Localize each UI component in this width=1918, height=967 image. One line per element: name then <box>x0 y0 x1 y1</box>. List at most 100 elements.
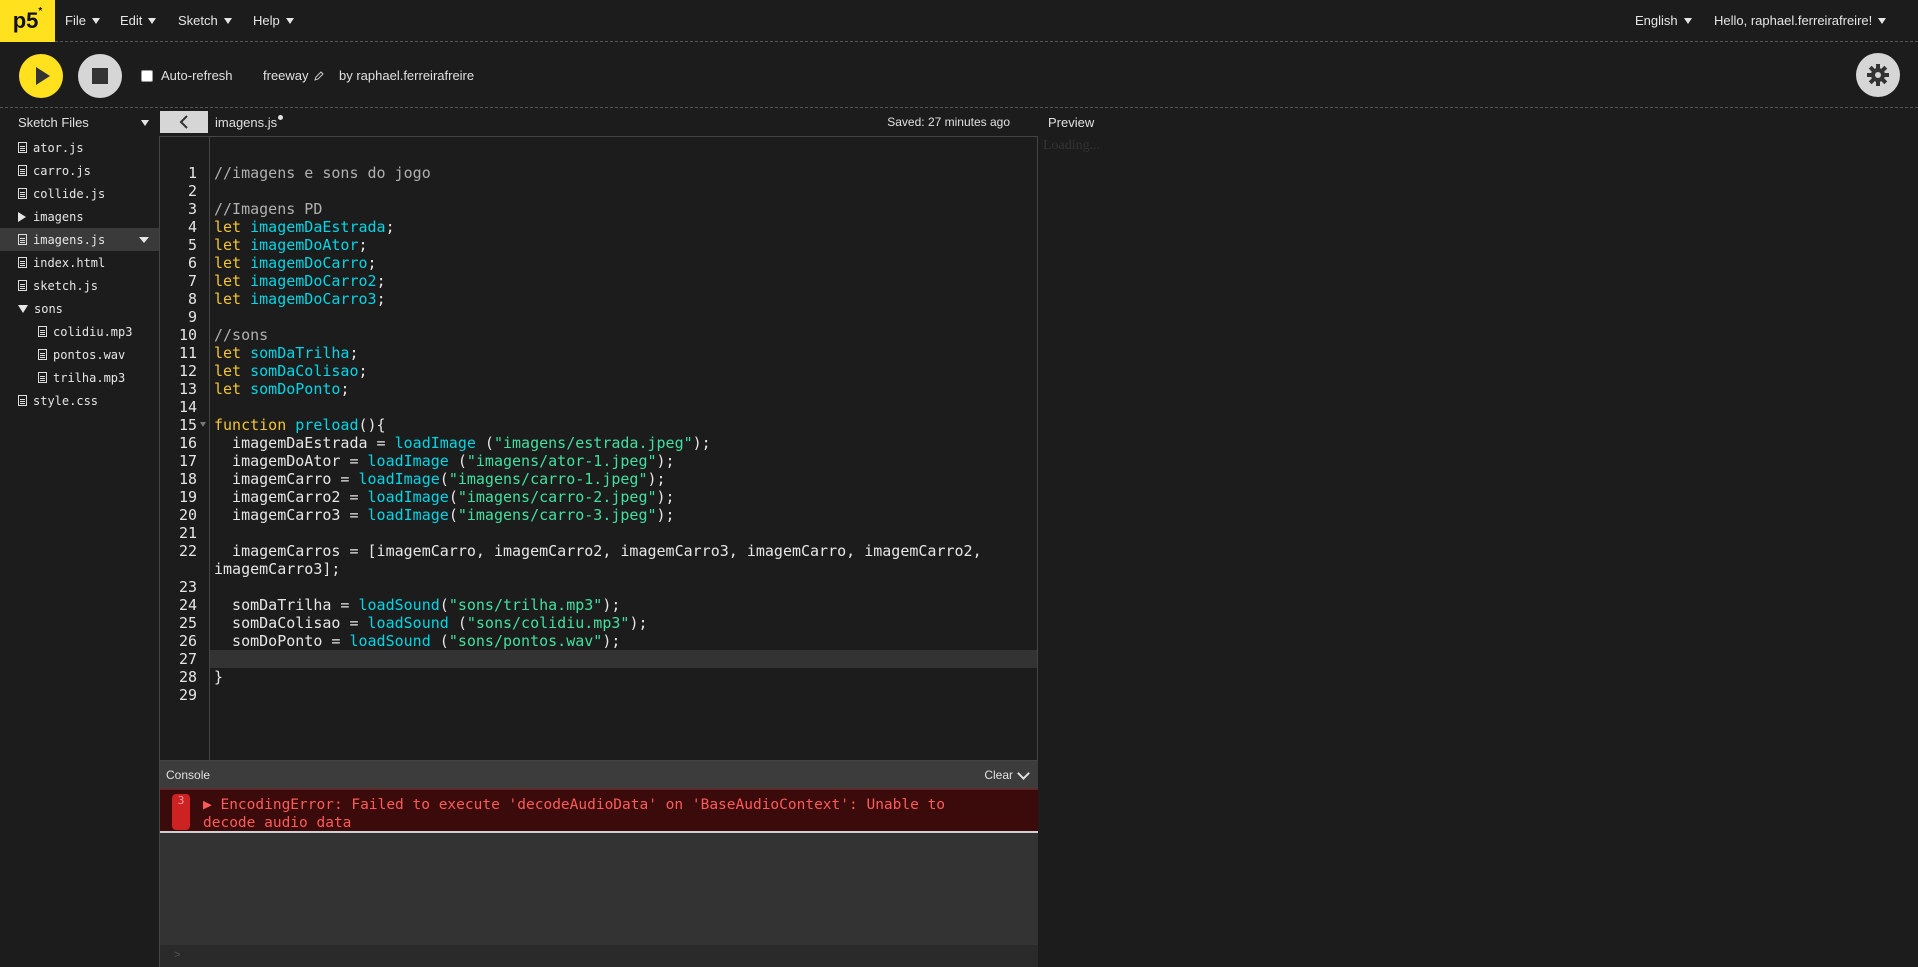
edit-menu[interactable]: Edit <box>120 13 157 28</box>
file-item[interactable]: index.html <box>0 251 159 274</box>
code-line[interactable]: //Imagens PD <box>214 200 1037 218</box>
code-line[interactable]: let imagemDaEstrada; <box>214 218 1037 236</box>
file-item[interactable]: sketch.js <box>0 274 159 297</box>
code-line[interactable]: imagemCarro = loadImage("imagens/carro-1… <box>214 470 1037 488</box>
code-line[interactable]: imagemCarro3 = loadImage("imagens/carro-… <box>214 506 1037 524</box>
code-token: imagemDoAtor = <box>214 452 368 470</box>
line-number: 28 <box>178 668 197 686</box>
user-menu[interactable]: Hello, raphael.ferreirafreire! <box>1714 13 1887 28</box>
code-line[interactable] <box>214 686 1037 704</box>
code-line[interactable] <box>214 524 1037 542</box>
code-line[interactable]: } <box>214 668 1037 686</box>
pencil-icon[interactable] <box>313 70 324 81</box>
code-token: loadSound <box>358 596 440 614</box>
fold-arrow-icon[interactable] <box>200 422 206 427</box>
code-token: ; <box>358 236 368 254</box>
collapse-sidebar-button[interactable] <box>160 111 208 133</box>
chevron-down-icon <box>223 17 232 24</box>
chevron-down-icon[interactable] <box>141 119 149 126</box>
play-icon <box>36 67 50 85</box>
code-line[interactable] <box>214 578 1037 596</box>
line-number: 4 <box>187 218 197 236</box>
auto-refresh-toggle[interactable]: Auto-refresh <box>141 68 233 83</box>
code-line[interactable]: let somDaTrilha; <box>214 344 1037 362</box>
p5-logo[interactable]: p5* <box>0 0 55 42</box>
chevron-down-icon[interactable] <box>139 237 149 243</box>
code-token: ); <box>656 488 675 506</box>
code-line[interactable]: imagemDaEstrada = loadImage ("imagens/es… <box>214 434 1037 452</box>
code-token: let <box>214 344 251 362</box>
code-token: let <box>214 254 251 272</box>
settings-button[interactable] <box>1856 53 1900 97</box>
code-line[interactable]: let imagemDoCarro; <box>214 254 1037 272</box>
code-line[interactable] <box>210 650 1037 668</box>
code-line[interactable]: let imagemDoCarro2; <box>214 272 1037 290</box>
chevron-down-icon[interactable] <box>1017 766 1030 780</box>
code-token: ( <box>448 506 458 524</box>
file-item[interactable]: colidiu.mp3 <box>0 320 159 343</box>
stop-button[interactable] <box>78 54 122 98</box>
file-item[interactable]: pontos.wav <box>0 343 159 366</box>
line-number: 17 <box>178 452 197 470</box>
sketch-author[interactable]: by raphael.ferreirafreire <box>339 68 474 83</box>
help-menu[interactable]: Help <box>253 13 294 28</box>
code-line[interactable]: somDaColisao = loadSound ("sons/colidiu.… <box>214 614 1037 632</box>
code-editor[interactable]: 1 2 3 4 5 6 7 8 9 10 11 12 13 14 15 16 17 18 19 20 21 22 23 24 2… <box>159 136 1038 761</box>
file-item[interactable]: carro.js <box>0 159 159 182</box>
console-input[interactable]: > <box>160 945 1038 967</box>
sidebar-header[interactable]: Sketch Files <box>0 109 159 136</box>
code-line[interactable]: //sons <box>214 326 1037 344</box>
play-button[interactable] <box>19 54 63 98</box>
code-token: imagemCarro2 = <box>214 488 368 506</box>
line-number: 18 <box>178 470 197 488</box>
code-line[interactable] <box>214 398 1037 416</box>
preview-loading-text: Loading... <box>1043 138 1101 153</box>
code-token: ; <box>349 344 359 362</box>
file-item[interactable]: collide.js <box>0 182 159 205</box>
code-line[interactable]: imagemCarros = [imagemCarro, imagemCarro… <box>214 542 1037 560</box>
code-token: loadImage <box>367 452 449 470</box>
sketch-menu[interactable]: Sketch <box>178 13 232 28</box>
file-item-label: sketch.js <box>33 278 99 293</box>
code-line[interactable] <box>214 308 1037 326</box>
logo-asterisk-icon: * <box>38 6 43 17</box>
line-number: 27 <box>178 650 197 668</box>
code-line[interactable]: let imagemDoAtor; <box>214 236 1037 254</box>
code-line[interactable]: somDoPonto = loadSound ("sons/pontos.wav… <box>214 632 1037 650</box>
console-clear-button[interactable]: Clear <box>984 768 1013 782</box>
code-line[interactable]: imagemDoAtor = loadImage ("imagens/ator-… <box>214 452 1037 470</box>
code-line[interactable] <box>214 182 1037 200</box>
file-item[interactable]: ator.js <box>0 136 159 159</box>
code-token: let <box>214 236 251 254</box>
file-item[interactable]: trilha.mp3 <box>0 366 159 389</box>
editor-tab[interactable]: imagens.js <box>215 115 284 130</box>
file-item[interactable]: imagens.js <box>0 228 159 251</box>
file-item-label: colidiu.mp3 <box>53 324 133 339</box>
code-line[interactable]: let imagemDoCarro3; <box>214 290 1037 308</box>
code-line[interactable]: function preload(){ <box>214 416 1037 434</box>
code-token: imagemDaEstrada = <box>214 434 395 452</box>
language-menu[interactable]: English <box>1635 13 1692 28</box>
console-header: Console Clear <box>160 761 1038 789</box>
folder-item[interactable]: imagens <box>0 205 159 228</box>
folder-item[interactable]: sons <box>0 297 159 320</box>
error-text[interactable]: ▶ EncodingError: Failed to execute 'deco… <box>203 796 1003 832</box>
file-item[interactable]: style.css <box>0 389 159 412</box>
code-line[interactable]: let somDaColisao; <box>214 362 1037 380</box>
code-line[interactable]: imagemCarro2 = loadImage("imagens/carro-… <box>214 488 1037 506</box>
code-token: ); <box>656 506 675 524</box>
code-line[interactable]: imagemCarro3]; <box>214 560 1037 578</box>
code-token: somDaTrilha <box>250 344 350 362</box>
code-line[interactable]: //imagens e sons do jogo <box>214 164 1037 182</box>
edit-menu-label: Edit <box>120 13 143 28</box>
sketch-name[interactable]: freeway <box>263 68 324 83</box>
line-number: 12 <box>178 362 197 380</box>
code-token: "imagens/carro-3.jpeg" <box>457 506 657 524</box>
console-panel: Console Clear 3 ▶ EncodingError: Failed … <box>159 761 1038 967</box>
code-line[interactable]: somDaTrilha = loadSound("sons/trilha.mp3… <box>214 596 1037 614</box>
code-line[interactable]: let somDoPonto; <box>214 380 1037 398</box>
file-menu[interactable]: File <box>65 13 100 28</box>
code-area[interactable]: //imagens e sons do jogo//Imagens PD let … <box>210 137 1037 760</box>
console-error-message[interactable]: 3 ▶ EncodingError: Failed to execute 'de… <box>160 789 1038 833</box>
auto-refresh-checkbox[interactable] <box>141 69 153 82</box>
